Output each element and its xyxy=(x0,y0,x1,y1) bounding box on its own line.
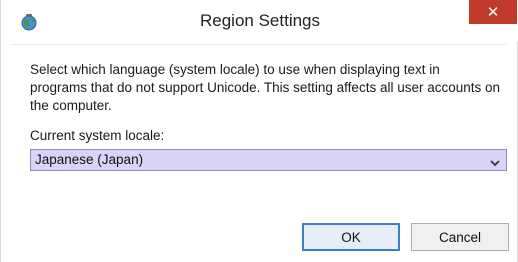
region-settings-dialog: Region Settings ✕ Select which language … xyxy=(0,0,518,262)
dialog-content: Select which language (system locale) to… xyxy=(11,44,509,261)
system-locale-dropdown[interactable]: Japanese (Japan) xyxy=(30,149,507,171)
description-text: Select which language (system locale) to… xyxy=(30,62,501,113)
current-locale-label: Current system locale: xyxy=(30,128,165,143)
dialog-title: Region Settings xyxy=(199,11,321,30)
ok-button[interactable]: OK xyxy=(302,223,400,251)
cancel-button[interactable]: Cancel xyxy=(411,223,509,251)
close-button[interactable]: ✕ xyxy=(469,0,517,24)
title-bar: Region Settings ✕ xyxy=(1,0,518,42)
chevron-down-icon xyxy=(490,155,500,167)
selected-locale-value: Japanese (Japan) xyxy=(35,152,144,167)
